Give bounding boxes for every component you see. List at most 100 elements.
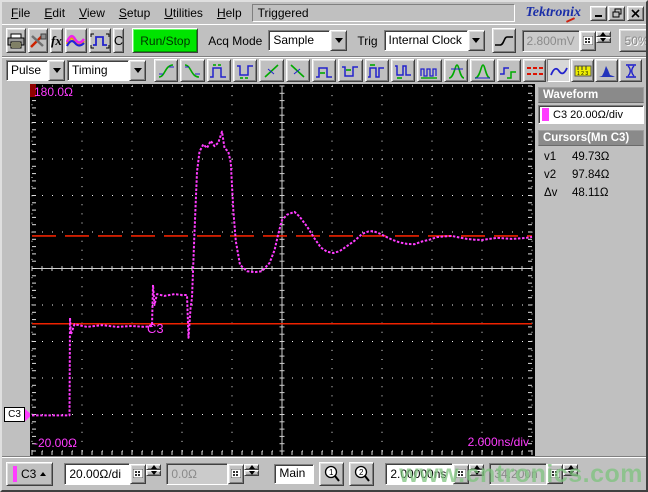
run-stop-button[interactable]: Run/Stop	[132, 28, 199, 53]
positive-overshoot-button[interactable]	[443, 59, 469, 82]
ruler-icon: 1 2 3	[574, 65, 591, 77]
trig-source-select[interactable]: Internal Clock	[383, 30, 485, 51]
close-button[interactable]	[627, 5, 644, 21]
chevron-down-icon[interactable]	[467, 30, 485, 51]
svg-text:2: 2	[359, 468, 364, 477]
keypad-icon[interactable]	[453, 463, 470, 484]
keypad-icon[interactable]	[228, 463, 245, 484]
set-level-50-button[interactable]: 50%	[618, 29, 646, 52]
trigger-slope-button[interactable]	[491, 28, 516, 53]
waveform-plot[interactable]	[30, 84, 535, 456]
positive-width-icon	[210, 63, 227, 78]
keypad-icon[interactable]	[130, 463, 147, 484]
menu-setup[interactable]: Setup	[112, 4, 157, 22]
cursor-v1-readout: v1 49.73Ω	[544, 151, 610, 163]
waveform-graticule[interactable]: 180.0Ω -20.00Ω 2.000ns/div C3	[30, 84, 535, 456]
chevron-down-icon[interactable]	[129, 60, 146, 81]
close-icon	[631, 8, 640, 18]
c3-color-stripe	[13, 465, 17, 482]
measurement-readout-button[interactable]: 1 2 3	[571, 59, 594, 82]
vertical-bottom-label: -20.00Ω	[34, 436, 77, 450]
c3-color-swatch	[542, 108, 549, 121]
trig-label: Trig	[357, 33, 378, 48]
negative-crossing-button[interactable]	[285, 59, 311, 82]
positive-pulse-button[interactable]	[312, 59, 337, 82]
channel-button-label: C3	[21, 466, 37, 481]
vertical-scale-value[interactable]: 20.00Ω/di	[64, 462, 131, 485]
fx-icon: fx	[51, 32, 62, 48]
channel-c3-marker[interactable]: C3	[4, 407, 32, 422]
autoset-button[interactable]	[88, 28, 111, 53]
menu-file[interactable]: File	[4, 4, 37, 22]
keypad-icon[interactable]	[579, 30, 596, 51]
negative-duty-icon	[394, 64, 411, 79]
menu-utilities[interactable]: Utilities	[157, 4, 210, 22]
tools-button[interactable]	[28, 28, 48, 53]
clear-button[interactable]: C	[112, 28, 125, 53]
formula-button[interactable]: fx	[50, 28, 63, 53]
spin-down-icon[interactable]	[469, 469, 485, 476]
positive-width-button[interactable]	[206, 59, 231, 82]
minimize-icon	[595, 14, 602, 17]
peak-button[interactable]	[470, 59, 495, 82]
rising-edge-icon	[494, 35, 513, 46]
print-button[interactable]	[6, 28, 26, 53]
delay-button[interactable]	[496, 59, 521, 82]
svg-text:1 2 3: 1 2 3	[577, 71, 588, 77]
channel-c3-label: C3	[4, 407, 25, 422]
fall-time-button[interactable]	[180, 59, 205, 82]
waveform-display-button[interactable]	[547, 59, 570, 82]
zoom-2-button[interactable]: 2	[349, 461, 375, 486]
acq-mode-select[interactable]: Sample	[268, 30, 348, 51]
timebase-view-field[interactable]: Main	[274, 463, 315, 484]
mask-test-button[interactable]	[619, 59, 642, 82]
measure-class-select[interactable]: Pulse	[6, 60, 65, 81]
trace-c3-label: C3	[147, 321, 164, 336]
frequency-button[interactable]	[417, 59, 442, 82]
spin-down-icon[interactable]	[563, 469, 579, 476]
burst-width-button[interactable]	[338, 59, 363, 82]
rise-time-button[interactable]	[153, 59, 179, 82]
timebase-scale-control: 2.00000ns	[385, 462, 485, 486]
horizontal-delay-value: 34.200n	[489, 462, 548, 485]
magnifier-1-icon: 1	[324, 465, 340, 482]
menu-edit[interactable]: Edit	[37, 4, 72, 22]
zoom-1-button[interactable]: 1	[319, 461, 345, 486]
histogram-icon	[598, 65, 615, 77]
acq-mode-label: Acq Mode	[208, 33, 263, 48]
positive-crossing-icon	[264, 63, 279, 78]
keypad-icon[interactable]	[547, 463, 564, 484]
positive-overshoot-icon	[448, 63, 464, 79]
positive-crossing-button[interactable]	[259, 59, 284, 82]
negative-crossing-icon	[290, 63, 305, 78]
restore-button[interactable]	[608, 5, 625, 21]
cursors-toggle-button[interactable]	[523, 59, 546, 82]
spin-down-icon[interactable]	[244, 469, 260, 476]
waveform-database-button[interactable]	[64, 28, 87, 53]
main-area: C3 180.0Ω -20.00Ω 2.000ns/div C3 Wavefor…	[2, 84, 646, 456]
measure-type-value: Timing	[67, 60, 129, 81]
trig-source-value: Internal Clock	[383, 30, 468, 51]
menu-help[interactable]: Help	[210, 4, 249, 22]
measure-class-value: Pulse	[6, 60, 48, 81]
negative-duty-button[interactable]	[391, 59, 416, 82]
vertical-offset-control: 0.0Ω	[166, 462, 260, 486]
spin-down-icon[interactable]	[146, 469, 162, 476]
channel-select-button[interactable]: C3	[6, 461, 54, 486]
timebase-scale-value[interactable]: 2.00000ns	[385, 462, 454, 485]
vertical-scale-control: 20.00Ω/di	[64, 462, 162, 486]
minimize-button[interactable]	[590, 5, 607, 21]
chevron-down-icon[interactable]	[330, 30, 348, 51]
measure-type-select[interactable]: Timing	[67, 60, 146, 81]
positive-duty-button[interactable]	[364, 59, 390, 82]
trigger-level-value: 2.800mV	[521, 29, 580, 52]
vertical-top-label: 180.0Ω	[34, 85, 73, 99]
chevron-down-icon[interactable]	[48, 60, 65, 81]
waveform-list-entry[interactable]: C3 20.00Ω/div	[538, 105, 644, 124]
pulse-frame-icon	[90, 33, 110, 48]
spin-down-icon[interactable]	[595, 36, 611, 43]
negative-width-button[interactable]	[232, 59, 258, 82]
svg-text:1: 1	[329, 468, 334, 477]
menu-view[interactable]: View	[72, 4, 112, 22]
histogram-button[interactable]	[595, 59, 618, 82]
